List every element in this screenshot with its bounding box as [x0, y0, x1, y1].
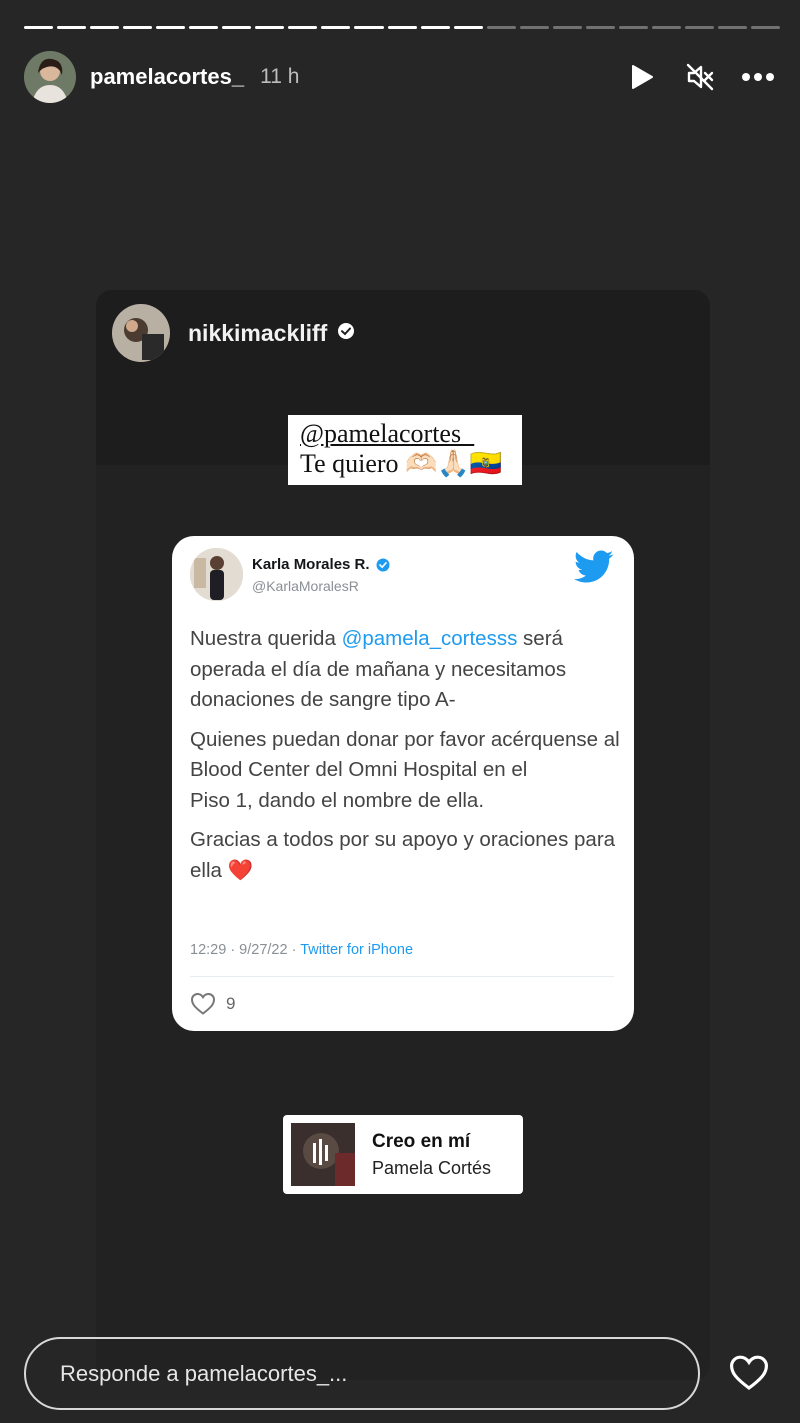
story-progress-segment	[189, 26, 219, 29]
story-progress-segment	[354, 26, 384, 29]
tweet-meta: 12:29 · 9/27/22 · Twitter for iPhone	[190, 942, 413, 958]
tweet-author-name-text: Karla Morales R.	[252, 556, 370, 573]
post-author-row[interactable]: nikkimackliff	[112, 304, 355, 362]
tweet-mention[interactable]: @pamela_cortesss	[342, 627, 518, 650]
caption-mention[interactable]: @pamelacortes_	[300, 419, 522, 449]
story-progress-segment	[24, 26, 54, 29]
like-heart-icon	[190, 992, 216, 1015]
story-progress-segment	[486, 26, 516, 29]
post-author-name[interactable]: nikkimackliff	[188, 320, 327, 347]
verified-badge-icon	[337, 322, 355, 345]
story-progress-segment	[156, 26, 186, 29]
story-progress-bar	[24, 26, 781, 30]
album-cover	[291, 1123, 355, 1186]
tweet-text-2a: Quienes puedan donar por favor acérquens…	[190, 727, 620, 782]
story-username[interactable]: pamelacortes_	[90, 64, 244, 90]
story-progress-segment	[717, 26, 748, 29]
story-progress-segment	[651, 26, 681, 29]
tweet-text: Nuestra querida @pamela_cortesss será op…	[190, 624, 620, 895]
story-progress-segment	[453, 26, 483, 29]
story-progress-segment	[684, 26, 714, 29]
story-progress-segment	[288, 26, 318, 29]
tweet-author-avatar	[190, 548, 243, 601]
story-progress-segment	[552, 26, 582, 29]
verified-badge-icon	[376, 558, 390, 571]
story-progress-segment	[321, 26, 351, 29]
story-header: pamelacortes_ 11 h	[24, 50, 776, 104]
tweet-author-name: Karla Morales R.	[252, 556, 390, 573]
story-progress-segment	[420, 26, 450, 29]
tweet-source: Twitter for iPhone	[300, 942, 414, 958]
tweet-divider	[190, 976, 614, 977]
twitter-bird-icon	[574, 550, 614, 589]
like-heart-icon[interactable]	[726, 1350, 772, 1396]
story-progress-segment	[123, 26, 153, 29]
story-progress-segment	[57, 26, 87, 29]
post-author-avatar[interactable]	[112, 304, 170, 362]
story-progress-segment	[387, 26, 417, 29]
more-icon[interactable]	[740, 59, 776, 95]
tweet-paragraph-2: Quienes puedan donar por favor acérquens…	[190, 725, 620, 817]
reply-input[interactable]	[58, 1359, 662, 1388]
story-progress-segment	[222, 26, 252, 29]
play-icon[interactable]	[624, 59, 660, 95]
story-timestamp: 11 h	[260, 65, 300, 88]
story-progress-segment	[585, 26, 615, 29]
tweet-like-count: 9	[226, 994, 236, 1013]
tweet-card: Karla Morales R. @KarlaMoralesR Nuestra …	[172, 536, 634, 1031]
story-progress-segment	[618, 26, 648, 29]
reply-bar[interactable]	[24, 1337, 700, 1410]
profile-avatar[interactable]	[24, 51, 76, 103]
tweet-likes: 9	[190, 992, 235, 1016]
story-progress-segment	[255, 26, 285, 29]
tweet-paragraph-1: Nuestra querida @pamela_cortesss será op…	[190, 624, 620, 716]
music-sticker[interactable]: Creo en mí Pamela Cortés	[283, 1115, 523, 1194]
story-progress-segment	[751, 26, 781, 29]
tweet-author-handle: @KarlaMoralesR	[252, 578, 359, 594]
tweet-paragraph-3: Gracias a todos por su apoyo y oraciones…	[190, 828, 616, 882]
song-artist: Pamela Cortés	[372, 1158, 492, 1178]
shared-post[interactable]: nikkimackliff @pamelacortes_ Te quiero 🫶…	[96, 290, 710, 1380]
tweet-text-1a: Nuestra querida	[190, 627, 342, 650]
tweet-text-2b: Piso 1, dando el nombre de ella.	[190, 788, 485, 812]
story-progress-segment	[519, 26, 549, 29]
post-caption: @pamelacortes_ Te quiero 🫶🏻🙏🏻🇪🇨	[288, 415, 522, 485]
muted-speaker-icon[interactable]	[682, 59, 718, 95]
story-progress-segment	[90, 26, 120, 29]
song-title: Creo en mí	[372, 1131, 471, 1152]
caption-text: Te quiero 🫶🏻🙏🏻🇪🇨	[300, 449, 503, 478]
tweet-timestamp: 12:29 · 9/27/22 ·	[190, 942, 301, 958]
